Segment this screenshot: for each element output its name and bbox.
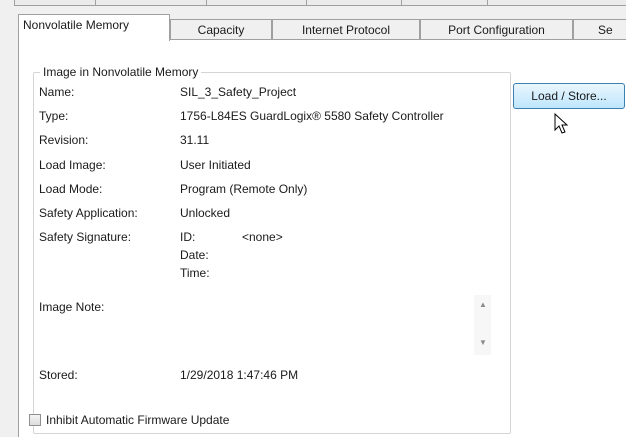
tab-nonvolatile-memory[interactable]: Nonvolatile Memory	[18, 14, 170, 41]
image-note-label: Image Note:	[39, 300, 105, 314]
safety-signature-label: Safety Signature:	[39, 230, 132, 244]
tab-label: Capacity	[197, 23, 245, 37]
scroll-down-icon[interactable]: ▼	[479, 339, 487, 347]
tab-port-configuration[interactable]: Port Configuration	[420, 19, 573, 40]
tab-label: Internet Protocol	[301, 23, 391, 37]
image-note-scrollbar[interactable]: ▲ ▼	[474, 295, 491, 355]
stored-value: 1/29/2018 1:47:46 PM	[180, 368, 299, 382]
tab-date-time[interactable]	[306, 0, 403, 6]
signature-id-label: ID:	[180, 230, 196, 244]
name-value: SIL_3_Safety_Project	[180, 85, 297, 99]
tab-content-panel: Image in Nonvolatile Memory Name: SIL_3_…	[18, 39, 626, 437]
scroll-up-icon[interactable]: ▲	[479, 301, 487, 309]
signature-id-value: <none>	[242, 230, 283, 244]
tab-major-faults[interactable]	[95, 0, 208, 6]
tab-security[interactable]: Se	[573, 19, 626, 40]
type-label: Type:	[39, 109, 69, 123]
back-tab-row	[14, 0, 626, 7]
revision-value: 31.11	[180, 133, 210, 147]
tab-advanced[interactable]	[401, 0, 489, 6]
safety-application-label: Safety Application:	[39, 206, 138, 220]
inhibit-firmware-update-label: Inhibit Automatic Firmware Update	[46, 413, 230, 427]
signature-date-label: Date:	[180, 248, 209, 262]
load-mode-label: Load Mode:	[39, 182, 103, 196]
group-title: Image in Nonvolatile Memory	[40, 65, 202, 79]
mouse-pointer-icon	[554, 113, 569, 134]
tab-capacity[interactable]: Capacity	[170, 19, 272, 40]
tab-row: Nonvolatile Memory Capacity Internet Pro…	[18, 14, 626, 41]
tab-label: Nonvolatile Memory	[23, 18, 130, 32]
signature-time-label: Time:	[180, 266, 210, 280]
safety-application-value: Unlocked	[180, 206, 231, 220]
tab-internet-protocol[interactable]: Internet Protocol	[272, 19, 420, 40]
tab-sfc-execution[interactable]	[487, 0, 626, 6]
tab-general[interactable]	[14, 0, 97, 6]
load-store-button[interactable]: Load / Store...	[513, 83, 625, 109]
load-store-button-label: Load / Store...	[531, 89, 607, 103]
load-image-label: Load Image:	[39, 158, 106, 172]
revision-label: Revision:	[39, 133, 89, 147]
load-image-value: User Initiated	[180, 158, 251, 172]
type-value: 1756-L84ES GuardLogix® 5580 Safety Contr…	[180, 109, 444, 123]
stored-label: Stored:	[39, 368, 78, 382]
load-mode-value: Program (Remote Only)	[180, 182, 308, 196]
tab-minor-faults[interactable]	[206, 0, 308, 6]
inhibit-firmware-update-checkbox[interactable]	[29, 414, 41, 426]
nonvolatile-image-group: Image in Nonvolatile Memory Name: SIL_3_…	[33, 65, 511, 434]
name-label: Name:	[39, 85, 75, 99]
tab-label: Port Configuration	[448, 23, 545, 37]
tab-label: Se	[598, 23, 613, 37]
